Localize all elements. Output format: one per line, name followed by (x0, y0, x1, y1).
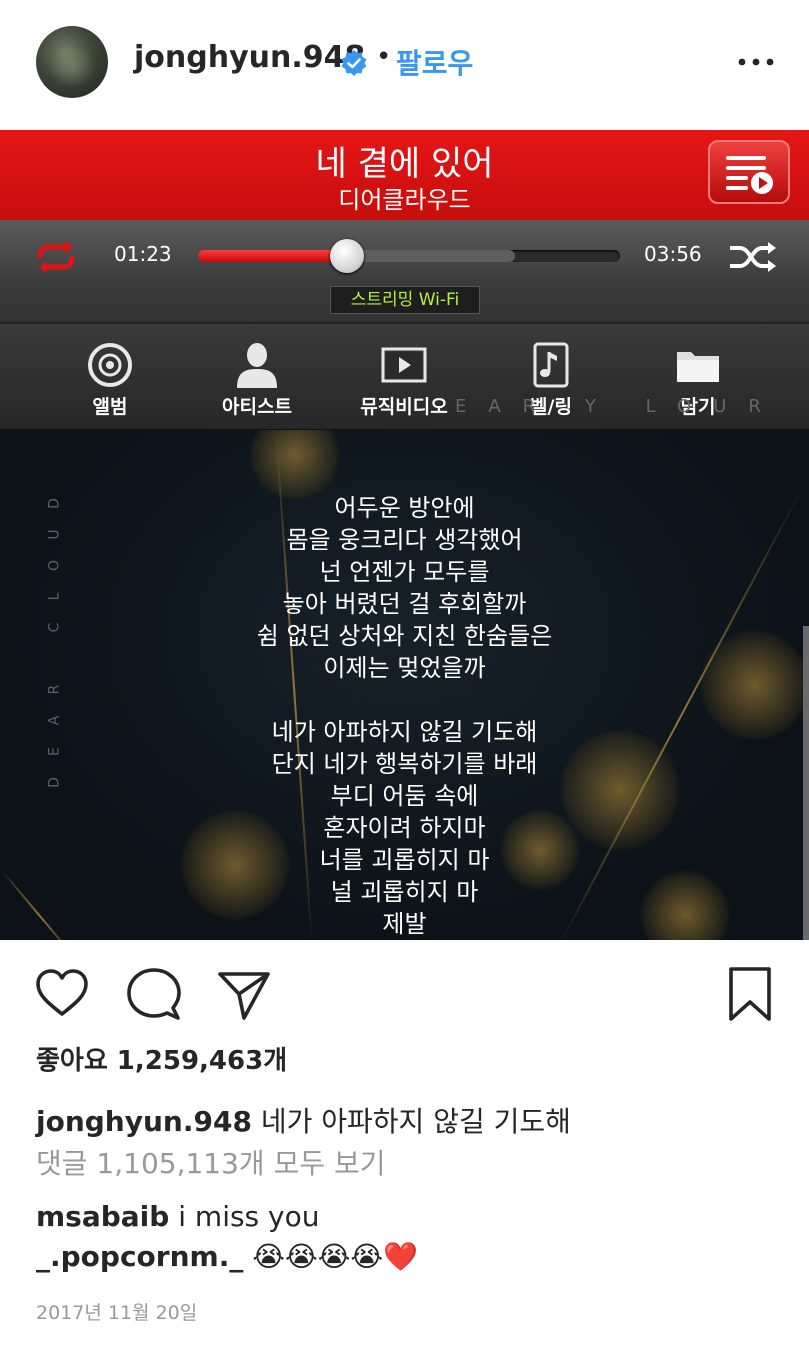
menu-artist[interactable]: 아티스트 (197, 324, 317, 430)
time-elapsed: 01:23 (114, 242, 172, 266)
comment-text: 😭😭😭😭❤️ (252, 1240, 418, 1273)
lyric-line: 부디 어둠 속에 (330, 782, 479, 810)
lyrics-panel: DUOLC RAED 어두운 방안에 몸을 웅크리다 생각했어 넌 언젠가 모두를 놓… (0, 430, 809, 940)
post-caption: jonghyun.948 네가 아파하지 않길 기도해 (36, 1100, 571, 1140)
lyric-line: 혼자이려 하지마 (323, 814, 486, 842)
time-total: 03:56 (644, 242, 702, 266)
comment-row: msabaib i miss you (36, 1200, 320, 1233)
menu-album-label: 앨범 (92, 396, 128, 418)
lyric-line: 너를 괴롭히지 마 (319, 846, 490, 874)
progress-bar[interactable] (198, 239, 620, 273)
menu-watermark-text: EAR Y LOUR (455, 396, 783, 417)
streaming-wifi-badge: 스트리밍 Wi-Fi (330, 286, 480, 314)
post-image-music-player: 네 곁에 있어 디어클라우드 01:23 03:56 스트리밍 Wi-Fi 앨범… (0, 130, 809, 940)
lyric-line: 널 괴롭히지 마 (330, 878, 479, 906)
bokeh-light (250, 430, 340, 500)
post-actions (0, 940, 809, 1040)
menu-album[interactable]: 앨범 (50, 324, 170, 430)
lyric-line: 몸을 웅크리다 생각했어 (286, 526, 523, 554)
bookmark-icon[interactable] (722, 966, 778, 1022)
song-title: 네 곁에 있어 (315, 144, 494, 184)
music-video-icon (381, 347, 427, 383)
more-options-icon[interactable] (736, 52, 776, 72)
caption-username[interactable]: jonghyun.948 (36, 1105, 252, 1138)
post-date: 2017년 11월 20일 (36, 1302, 198, 1324)
post-header: jonghyun.948 • 팔로우 (0, 0, 809, 130)
lyric-line: 넌 언젠가 모두를 (319, 558, 490, 586)
comment-row: _.popcornm._ 😭😭😭😭❤️ (36, 1240, 418, 1273)
follow-button[interactable]: 팔로우 (396, 42, 473, 82)
playback-controls: 01:23 03:56 스트리밍 Wi-Fi (0, 220, 809, 324)
view-all-comments-link[interactable]: 댓글 1,105,113개 모두 보기 (36, 1142, 386, 1182)
caption-text: 네가 아파하지 않길 기도해 (260, 1105, 571, 1138)
lyric-line: 단지 네가 행복하기를 바래 (271, 750, 538, 778)
separator-dot: • (376, 42, 392, 72)
scrollbar[interactable] (803, 626, 809, 940)
lyrics-text: 어두운 방안에몸을 웅크리다 생각했어넌 언젠가 모두를놓아 버렸던 걸 후회할… (0, 492, 809, 940)
progress-fill (198, 250, 347, 262)
player-menu-bar: 앨범 아티스트 뮤직비디오 벨/링 담기 EAR Y LOUR (0, 324, 809, 430)
lyric-line: 제발 (382, 910, 427, 938)
menu-artist-label: 아티스트 (222, 396, 292, 418)
lyric-line: 네가 아파하지 않길 기도해 (271, 718, 538, 746)
send-paper-plane-icon[interactable] (216, 966, 272, 1022)
lyric-gap (0, 684, 809, 716)
comment-text: i miss you (178, 1200, 320, 1233)
ringtone-note-icon (533, 342, 569, 388)
shuffle-icon[interactable] (728, 240, 778, 274)
artist-person-icon (237, 343, 277, 388)
lyric-line: 이제는 멎었을까 (323, 654, 486, 682)
playlist-icon (726, 156, 773, 194)
lyric-line: 어두운 방안에 (334, 494, 475, 522)
verified-badge-icon (341, 50, 367, 76)
player-title-bar: 네 곁에 있어 디어클라우드 (0, 130, 809, 220)
comment-username[interactable]: msabaib (36, 1200, 169, 1233)
progress-thumb[interactable] (329, 239, 364, 273)
lyric-line: 쉼 없던 상처와 지친 한숨들은 (256, 622, 553, 650)
menu-music-video-label: 뮤직비디오 (360, 396, 448, 418)
playlist-button[interactable] (708, 140, 790, 204)
heart-icon[interactable] (34, 966, 90, 1022)
comment-username[interactable]: _.popcornm._ (36, 1240, 243, 1273)
likes-count[interactable]: 좋아요 1,259,463개 (36, 1040, 287, 1077)
lyric-line: 놓아 버렸던 걸 후회할까 (282, 590, 527, 618)
repeat-icon[interactable] (32, 240, 80, 274)
album-disc-icon (88, 343, 132, 387)
song-artist: 디어클라우드 (338, 186, 471, 214)
menu-music-video[interactable]: 뮤직비디오 (344, 324, 464, 430)
folder-icon (677, 352, 719, 382)
username[interactable]: jonghyun.948 (134, 40, 365, 75)
avatar[interactable] (36, 26, 108, 98)
comment-bubble-icon[interactable] (126, 966, 182, 1022)
